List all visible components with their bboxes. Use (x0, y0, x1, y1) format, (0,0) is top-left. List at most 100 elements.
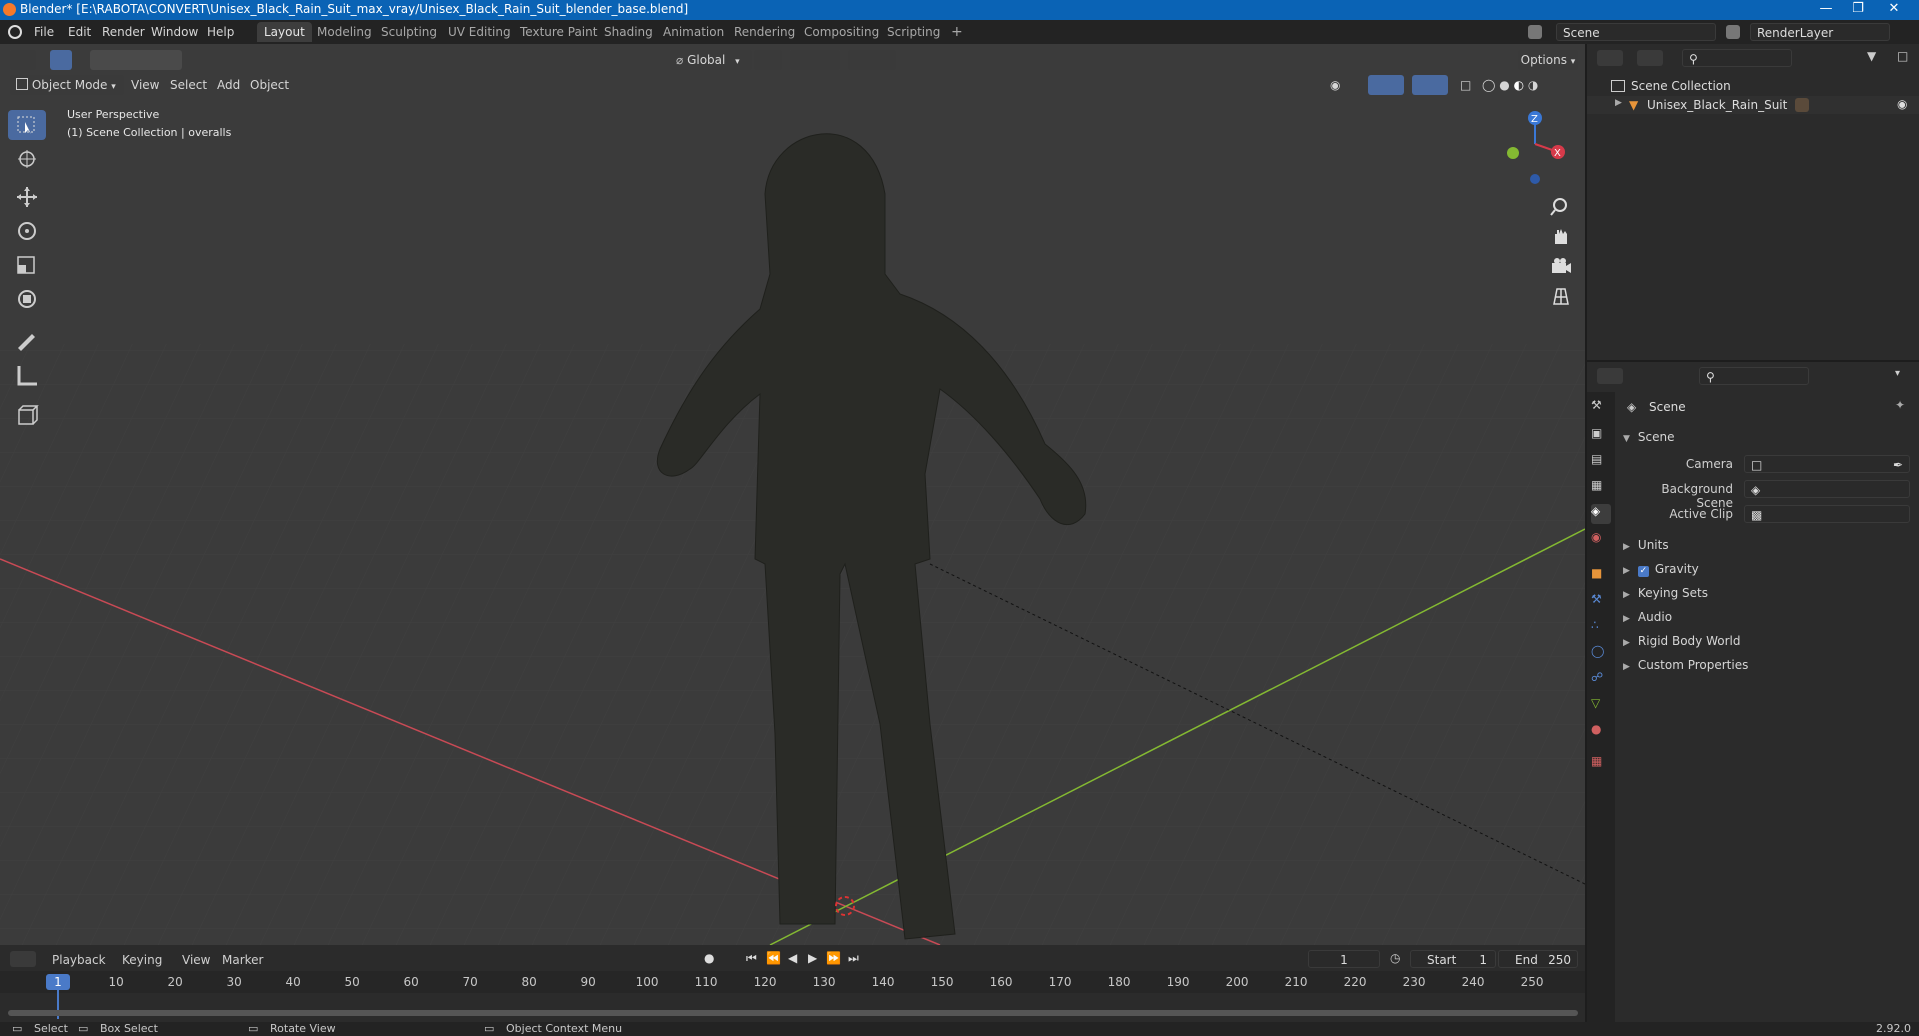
data-tab-icon[interactable]: ▽ (1591, 696, 1611, 716)
blender-menu-icon[interactable] (8, 25, 22, 39)
xray-toggle[interactable]: □ (1460, 75, 1476, 95)
gravity-checkbox[interactable]: ✓ (1637, 566, 1649, 577)
display-mode-button[interactable] (1637, 50, 1663, 66)
zoom-icon[interactable] (1548, 194, 1574, 220)
modifier-tab-icon[interactable]: ⚒ (1591, 592, 1611, 612)
scene-tab-icon[interactable]: ◈ (1591, 504, 1611, 524)
view-layer-tab-icon[interactable]: ▦ (1591, 478, 1611, 498)
measure-tool[interactable] (8, 360, 46, 390)
object-tab-icon[interactable]: ■ (1591, 566, 1611, 586)
close-window-button[interactable]: ✕ (1878, 0, 1910, 20)
tab-rendering[interactable]: Rendering (727, 22, 802, 42)
jump-start-icon[interactable]: ⏮ (746, 951, 757, 966)
transform-orientation-dropdown[interactable]: ⌀ Global ▾ (670, 50, 752, 70)
current-frame-field[interactable]: 1 (1308, 950, 1380, 968)
render-tab-icon[interactable]: ▣ (1591, 426, 1611, 446)
tab-modeling[interactable]: Modeling (310, 22, 379, 42)
play-icon[interactable]: ▶ (808, 951, 817, 965)
keying-sets-panel-header[interactable]: ▶ Keying Sets (1623, 586, 1708, 600)
viewport-menu-select[interactable]: Select (170, 75, 207, 95)
viewport-menu-view[interactable]: View (131, 75, 159, 95)
snap-toggle[interactable] (790, 50, 840, 70)
select-box-tool[interactable] (8, 110, 46, 140)
properties-editor-type-button[interactable] (1597, 368, 1623, 384)
clock-icon[interactable]: ◷ (1390, 951, 1400, 965)
material-tab-icon[interactable]: ● (1591, 722, 1611, 742)
scale-tool[interactable] (8, 250, 46, 280)
outliner-editor-type-button[interactable] (1597, 50, 1623, 66)
menu-render[interactable]: Render (102, 25, 145, 39)
active-clip-field[interactable]: ▩ (1744, 505, 1910, 523)
timeline-menu-playback[interactable]: Playback (52, 953, 106, 967)
viewport-menu-add[interactable]: Add (217, 75, 240, 95)
tab-layout[interactable]: Layout (257, 22, 312, 42)
camera-view-icon[interactable] (1548, 254, 1574, 280)
visibility-dropdown[interactable]: ◉ (1330, 75, 1360, 95)
add-workspace-icon[interactable]: + (944, 22, 970, 42)
end-frame-field[interactable]: End 250 (1498, 950, 1578, 968)
chevron-down-icon[interactable]: ▾ (1895, 368, 1900, 379)
tab-uv-editing[interactable]: UV Editing (441, 22, 518, 42)
timeline-scrollbar[interactable] (8, 1010, 1578, 1016)
overlay-toggle[interactable] (1412, 75, 1448, 95)
properties-search-input[interactable]: ⚲ (1699, 367, 1809, 385)
new-collection-icon[interactable]: □ (1897, 49, 1908, 63)
filter-icon[interactable]: ▼ (1867, 49, 1876, 63)
add-cube-tool[interactable] (8, 400, 46, 430)
visibility-eye-icon[interactable]: ◉ (1897, 97, 1907, 111)
scene-icon[interactable] (1528, 25, 1542, 39)
select-tool-mode-button[interactable] (50, 50, 72, 70)
record-icon[interactable]: ● (704, 951, 714, 965)
particles-tab-icon[interactable]: ∴ (1591, 618, 1611, 638)
outliner-row-scene-collection[interactable]: Scene Collection (1587, 77, 1919, 95)
editor-type-button[interactable] (10, 50, 36, 70)
rendered-shading-icon[interactable]: ◑ (1528, 78, 1538, 92)
outliner-search-input[interactable]: ⚲ (1682, 49, 1792, 67)
eyedropper-icon[interactable]: ✒ (1893, 456, 1903, 474)
pin-icon[interactable]: ✦ (1895, 398, 1905, 412)
shading-mode-group[interactable]: ◯ ● ◐ ◑ (1482, 75, 1562, 95)
world-tab-icon[interactable]: ◉ (1591, 530, 1611, 550)
material-shading-icon[interactable]: ◐ (1514, 78, 1524, 92)
constraints-tab-icon[interactable]: ☍ (1591, 670, 1611, 690)
gizmo-toggle[interactable] (1368, 75, 1404, 95)
menu-edit[interactable]: Edit (68, 25, 91, 39)
play-reverse-icon[interactable]: ◀ (788, 951, 797, 965)
mode-dropdown[interactable]: Object Mode ▾ (10, 75, 124, 95)
pan-hand-icon[interactable] (1548, 224, 1574, 250)
gravity-panel-header[interactable]: ▶ ✓ Gravity (1623, 562, 1699, 577)
perspective-toggle-icon[interactable] (1548, 284, 1574, 310)
timeline-editor-type-button[interactable] (10, 951, 36, 967)
timeline-menu-keying[interactable]: Keying (122, 953, 162, 967)
outliner-panel[interactable]: ⚲ ▼ □ Scene Collection ▶ ▼ Unisex_Black_… (1587, 44, 1919, 360)
tab-compositing[interactable]: Compositing (797, 22, 886, 42)
tab-sculpting[interactable]: Sculpting (374, 22, 444, 42)
rigid-body-world-panel-header[interactable]: ▶ Rigid Body World (1623, 634, 1740, 648)
rotate-tool[interactable] (8, 216, 46, 246)
move-tool[interactable] (8, 182, 46, 212)
renderlayer-selector[interactable]: RenderLayer (1750, 23, 1890, 41)
start-frame-field[interactable]: Start 1 (1410, 950, 1496, 968)
scene-selector[interactable]: Scene (1556, 23, 1716, 41)
selection-mode-group[interactable] (90, 50, 182, 70)
annotate-tool[interactable] (8, 326, 46, 356)
timeline-menu-view[interactable]: View (182, 953, 210, 967)
menu-help[interactable]: Help (207, 25, 234, 39)
minimize-button[interactable]: — (1810, 0, 1842, 20)
custom-properties-panel-header[interactable]: ▶ Custom Properties (1623, 658, 1748, 672)
expand-arrow-icon[interactable]: ▶ (1615, 98, 1622, 108)
3d-viewport[interactable]: ⌀ Global ▾ Options ▾ Object Mode ▾ View … (0, 44, 1585, 945)
physics-tab-icon[interactable]: ◯ (1591, 644, 1611, 664)
jump-end-icon[interactable]: ⏭ (848, 951, 859, 966)
scene-panel-header[interactable]: ▼ Scene (1623, 430, 1675, 444)
wireframe-shading-icon[interactable]: ◯ (1482, 78, 1495, 92)
options-dropdown[interactable]: Options ▾ (1518, 50, 1578, 70)
navigation-gizmo[interactable]: Z X (1500, 104, 1580, 184)
restore-button[interactable]: ❐ (1842, 0, 1874, 20)
tool-tab-icon[interactable]: ⚒ (1591, 398, 1611, 418)
camera-field[interactable]: □ ✒ (1744, 455, 1910, 473)
transform-tool[interactable] (8, 284, 46, 314)
viewport-menu-object[interactable]: Object (250, 75, 289, 95)
solid-shading-icon[interactable]: ● (1499, 78, 1509, 92)
menu-window[interactable]: Window (151, 25, 198, 39)
